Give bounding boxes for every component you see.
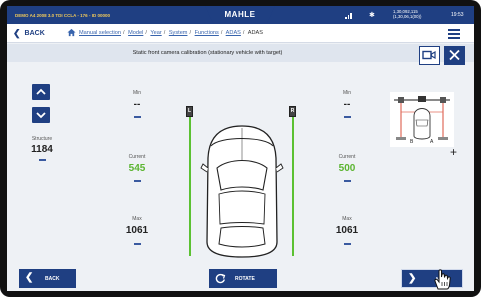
hand-pointer-icon xyxy=(434,269,451,290)
rotate-icon xyxy=(215,273,226,284)
chevron-up-icon xyxy=(36,88,46,95)
hamburger-menu-icon[interactable] xyxy=(448,29,460,39)
back-button[interactable]: ❮ BACK xyxy=(19,269,76,288)
right-current-dash xyxy=(344,180,351,182)
title-bar: Static front camera calibration (station… xyxy=(7,44,474,65)
breadcrumb-functions[interactable]: Functions xyxy=(195,30,219,36)
breadcrumb: Manual selection / Model / Year / System / F… xyxy=(79,30,263,36)
diagram-label-b: B xyxy=(410,139,414,145)
left-current-label: Current xyxy=(128,154,146,160)
breadcrumb-system[interactable]: System xyxy=(169,30,188,36)
right-target-label: R xyxy=(290,108,295,114)
increase-button[interactable] xyxy=(32,84,50,100)
right-max-value: 1061 xyxy=(335,225,359,236)
page-title: Static front camera calibration (station… xyxy=(132,50,283,56)
device-frame: DEMO A4 2008 3.0 TDI CCLA - 176 - ID 000… xyxy=(0,0,481,297)
right-min-value: -- xyxy=(343,99,351,110)
right-max-dash xyxy=(344,243,351,245)
camera-button[interactable] xyxy=(419,46,440,65)
top-back-button[interactable]: ❮ BACK xyxy=(13,28,45,39)
left-min-label: Min xyxy=(132,90,142,96)
structure-dash xyxy=(39,159,46,161)
chevron-down-icon xyxy=(36,112,46,119)
right-max-label: Max xyxy=(342,216,352,222)
right-current-value: 500 xyxy=(338,163,356,174)
back-button-label: BACK xyxy=(45,276,60,282)
right-target: R xyxy=(289,106,296,117)
setup-diagram-icon xyxy=(394,96,450,140)
vehicle-info: DEMO A4 2008 3.0 TDI CCLA - 176 - ID 000… xyxy=(15,13,110,18)
breadcrumb-current: ADAS xyxy=(247,30,263,36)
chevron-right-icon: ❯ xyxy=(408,273,417,284)
structure-value: 1184 xyxy=(31,144,53,155)
top-back-label: BACK xyxy=(24,30,45,37)
app-screen: DEMO A4 2008 3.0 TDI CCLA - 176 - ID 000… xyxy=(7,6,474,291)
left-max-label: Max xyxy=(132,216,142,222)
left-max-dash xyxy=(134,243,141,245)
connection-line-2: (1,30,06,1(00)) xyxy=(393,14,422,20)
brand-tab: MAHLE xyxy=(205,6,275,24)
right-min-label: Min xyxy=(342,90,352,96)
close-button[interactable] xyxy=(444,46,465,65)
chevron-left-icon: ❮ xyxy=(13,28,21,38)
right-rail xyxy=(292,116,294,256)
signal-icon xyxy=(345,12,353,19)
left-current-dash xyxy=(134,180,141,182)
clock: 19:53 xyxy=(451,12,464,18)
breadcrumb-adas[interactable]: ADAS xyxy=(226,30,241,36)
left-max-value: 1061 xyxy=(125,225,149,236)
navigation-bar: ❮ BACK Manual selection / Model / Year / Sys… xyxy=(7,24,474,43)
rotate-button-label: ROTATE xyxy=(235,276,255,282)
connection-info: 1,30,092,115 (1,30,06,1(00)) xyxy=(393,9,421,19)
add-icon[interactable]: + xyxy=(450,146,457,158)
right-min-dash xyxy=(344,116,351,118)
diagram-label-a: A xyxy=(430,139,434,145)
status-bar: DEMO A4 2008 3.0 TDI CCLA - 176 - ID 000… xyxy=(7,6,474,24)
chevron-left-icon: ❮ xyxy=(25,272,34,283)
breadcrumb-model[interactable]: Model xyxy=(128,30,143,36)
left-current-value: 545 xyxy=(128,163,146,174)
left-min-dash xyxy=(134,116,141,118)
left-target: L xyxy=(186,106,193,117)
decrease-button[interactable] xyxy=(32,107,50,123)
structure-label: Structure xyxy=(31,136,53,142)
bluetooth-icon: ✱ xyxy=(369,12,375,19)
left-rail xyxy=(189,116,191,256)
home-icon[interactable] xyxy=(67,28,76,37)
right-current-label: Current xyxy=(338,154,356,160)
close-icon xyxy=(449,49,460,61)
breadcrumb-year[interactable]: Year xyxy=(150,30,161,36)
left-target-label: L xyxy=(187,108,192,114)
left-min-value: -- xyxy=(133,99,141,110)
rotate-button[interactable]: ROTATE xyxy=(209,269,277,288)
setup-diagram: B A xyxy=(390,92,454,147)
brand-logo: MAHLE xyxy=(224,10,256,19)
car-top-view-icon xyxy=(200,125,284,258)
breadcrumb-manual-selection[interactable]: Manual selection xyxy=(79,30,121,36)
video-camera-icon xyxy=(422,50,436,60)
